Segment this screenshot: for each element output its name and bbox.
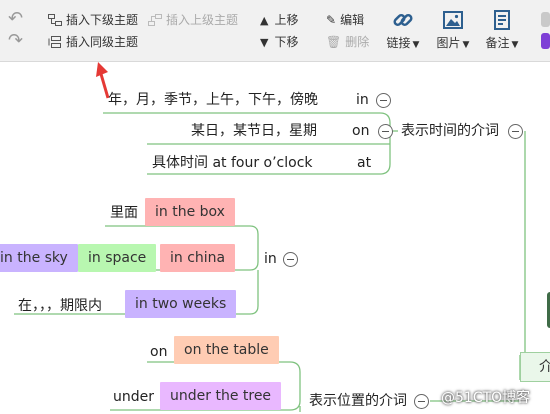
under-the-tree-node[interactable]: under the tree <box>160 382 282 410</box>
time-item-at-prep[interactable]: at <box>357 153 371 173</box>
delete-button[interactable]: 🗑 删除 <box>326 34 369 50</box>
note-label: 备注 <box>485 36 510 50</box>
place-prepositions-topic[interactable]: 表示位置的介词 <box>309 391 407 411</box>
collapse-toggle-icon[interactable] <box>378 124 393 139</box>
insert-sibling-label: 插入同级主题 <box>66 35 139 49</box>
delete-label: 删除 <box>345 35 370 49</box>
insert-parent-icon <box>148 14 162 26</box>
place-in-prep[interactable]: in <box>264 249 277 269</box>
image-button[interactable]: 图片 ▼ <box>433 8 473 51</box>
mind-map-canvas[interactable]: 年，月，季节，上午，下午，傍晚 in 某日，某节日，星期 on 具体时间 at … <box>0 62 550 414</box>
time-item-on-prep[interactable]: on <box>352 121 369 141</box>
in-the-sky-node[interactable]: in the sky <box>0 244 78 272</box>
side-tab-purple-icon[interactable] <box>541 33 550 49</box>
link-label: 链接 <box>386 36 411 50</box>
side-tab-top-icon[interactable] <box>541 12 550 27</box>
collapse-toggle-icon[interactable] <box>283 252 298 267</box>
in-within-label[interactable]: 在，，，期限内 <box>18 296 102 316</box>
insert-child-topic-button[interactable]: 插入下级主题 <box>48 12 138 28</box>
place-on-prep[interactable]: on <box>150 342 167 362</box>
note-button[interactable]: 备注 ▼ <box>482 8 522 51</box>
image-icon <box>443 11 463 29</box>
edit-label: 编辑 <box>340 13 365 27</box>
pencil-icon: ✎ <box>326 13 337 27</box>
in-space-node[interactable]: in space <box>78 244 157 272</box>
collapse-toggle-icon[interactable] <box>414 394 429 409</box>
in-the-box-node[interactable]: in the box <box>145 198 235 226</box>
move-down-label: 下移 <box>274 35 299 49</box>
on-the-table-node[interactable]: on the table <box>174 336 279 364</box>
link-icon <box>393 13 413 27</box>
root-topic-label: 介 <box>539 359 550 375</box>
note-icon <box>494 10 510 30</box>
move-down-button[interactable]: ▼ 下移 <box>260 34 298 51</box>
place-under-prep[interactable]: under <box>113 387 154 407</box>
root-topic-partial[interactable]: 介 <box>520 352 550 382</box>
time-item-in-text[interactable]: 年，月，季节，上午，下午，傍晚 <box>108 90 318 110</box>
insert-child-icon <box>48 14 62 26</box>
in-china-node[interactable]: in china <box>160 244 236 272</box>
caret-down-icon: ▼ <box>462 40 470 50</box>
arrow-up-icon: ▲ <box>260 14 269 27</box>
toolbar: ↶ ↷ 插入下级主题 插入上级主题 插入同级主题 ▲ 上移 ▼ 下移 ✎ 编辑 🗑 删除 <box>0 0 550 62</box>
undo-icon[interactable]: ↶ <box>8 10 23 28</box>
move-up-label: 上移 <box>274 13 299 27</box>
time-item-on-text[interactable]: 某日，某节日，星期 <box>191 121 317 141</box>
caret-down-icon: ▼ <box>511 40 519 50</box>
watermark-text: @51CTO博客 <box>441 390 531 406</box>
redo-icon[interactable]: ↷ <box>8 32 23 50</box>
in-two-weeks-node[interactable]: in two weeks <box>125 290 237 318</box>
in-inside-label[interactable]: 里面 <box>110 203 138 223</box>
caret-down-icon: ▼ <box>412 40 420 50</box>
insert-sibling-icon <box>48 36 61 48</box>
image-label: 图片 <box>436 36 461 50</box>
edit-button[interactable]: ✎ 编辑 <box>326 12 364 28</box>
insert-sibling-topic-button[interactable]: 插入同级主题 <box>48 34 138 50</box>
insert-parent-label: 插入上级主题 <box>166 13 239 27</box>
link-button[interactable]: 链接 ▼ <box>383 8 423 51</box>
move-up-button[interactable]: ▲ 上移 <box>260 12 298 29</box>
trash-icon: 🗑 <box>326 35 342 49</box>
time-item-at-text[interactable]: 具体时间 at four o’clock <box>152 153 313 173</box>
arrow-down-icon: ▼ <box>260 36 269 49</box>
time-item-in-prep[interactable]: in <box>356 90 369 110</box>
insert-parent-topic-button[interactable]: 插入上级主题 <box>148 12 238 28</box>
time-prepositions-topic[interactable]: 表示时间的介词 <box>401 121 499 141</box>
collapse-toggle-icon[interactable] <box>508 124 523 139</box>
collapse-toggle-icon[interactable] <box>376 93 391 108</box>
insert-child-label: 插入下级主题 <box>66 13 139 27</box>
